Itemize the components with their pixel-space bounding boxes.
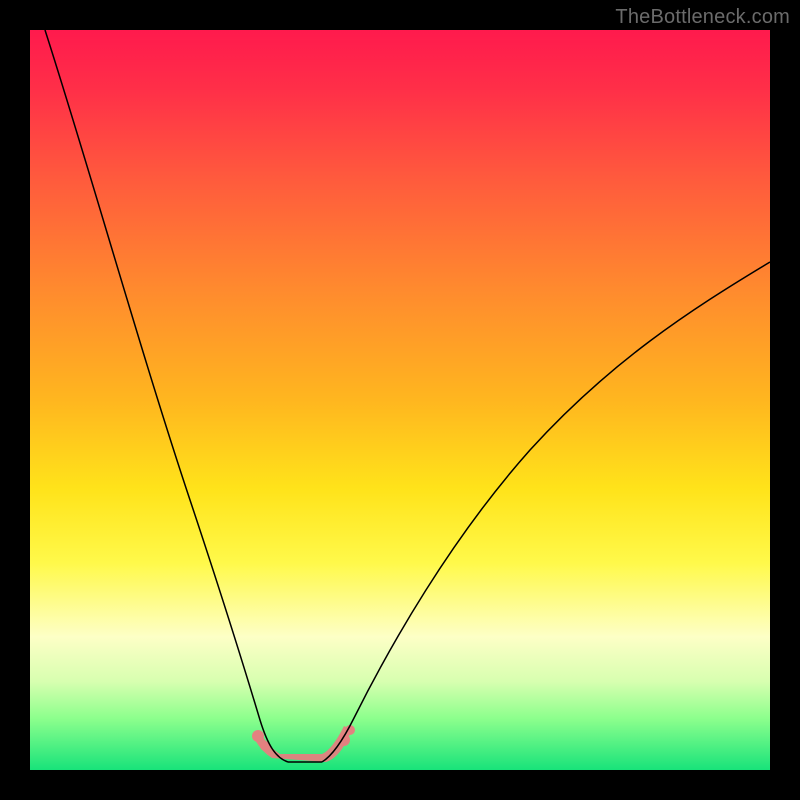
band-knob [252,730,264,742]
outer-frame: TheBottleneck.com [0,0,800,800]
curve-right [322,262,770,762]
watermark-text: TheBottleneck.com [615,6,790,29]
curve-layer [30,30,770,770]
plot-area [30,30,770,770]
curve-left [45,30,288,762]
